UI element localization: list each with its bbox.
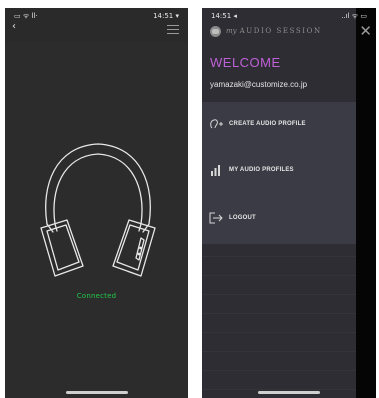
headphones-icon: [40, 143, 156, 277]
navigation-drawer-screen: 14:51 ◂ ..ıl ᯤ ▭ my AUDIO SESSION ✕ WELCO…: [202, 8, 376, 398]
connection-status: Connected: [76, 292, 117, 300]
menu-item-label: MY AUDIO PROFILES: [229, 167, 294, 173]
user-email: yamazaki@customize.co.jp: [210, 80, 308, 89]
ear-plus-icon: [210, 119, 223, 129]
menu-item-label: LOGOUT: [229, 215, 256, 221]
status-icons: ▭ ᯤ ll‧: [14, 12, 38, 20]
logout-icon: [209, 212, 223, 224]
home-indicator: [258, 391, 320, 394]
app-header: my AUDIO SESSION ✕: [202, 24, 376, 44]
close-icon[interactable]: ✕: [359, 24, 372, 39]
home-indicator: [65, 391, 128, 394]
status-time: 14:51 ▾: [153, 12, 179, 20]
status-time: 14:51 ◂: [211, 12, 237, 20]
connection-screen: ▭ ᯤ ll‧ 14:51 ▾ ‹ Connected: [5, 8, 188, 398]
hamburger-menu-icon[interactable]: [167, 25, 179, 34]
menu-item-label: CREATE AUDIO PROFILE: [229, 121, 306, 127]
back-icon[interactable]: ‹: [12, 21, 16, 32]
app-logo-icon: [210, 26, 221, 37]
drawer-menu: CREATE AUDIO PROFILE MY AUDIO PROFILES L…: [202, 102, 356, 244]
app-name: my AUDIO SESSION: [226, 27, 322, 35]
menu-item-create-audio-profile[interactable]: CREATE AUDIO PROFILE: [202, 110, 356, 140]
status-icons: ..ıl ᯤ ▭: [341, 12, 367, 20]
menu-item-logout[interactable]: LOGOUT: [202, 204, 356, 234]
status-bar: ▭ ᯤ ll‧ 14:51 ▾: [5, 12, 188, 22]
bars-icon: [211, 165, 220, 176]
drawer-scrim[interactable]: [356, 8, 376, 398]
menu-item-my-audio-profiles[interactable]: MY AUDIO PROFILES: [202, 156, 356, 186]
welcome-heading: WELCOME: [210, 55, 281, 70]
status-bar: 14:51 ◂ ..ıl ᯤ ▭: [202, 12, 376, 22]
